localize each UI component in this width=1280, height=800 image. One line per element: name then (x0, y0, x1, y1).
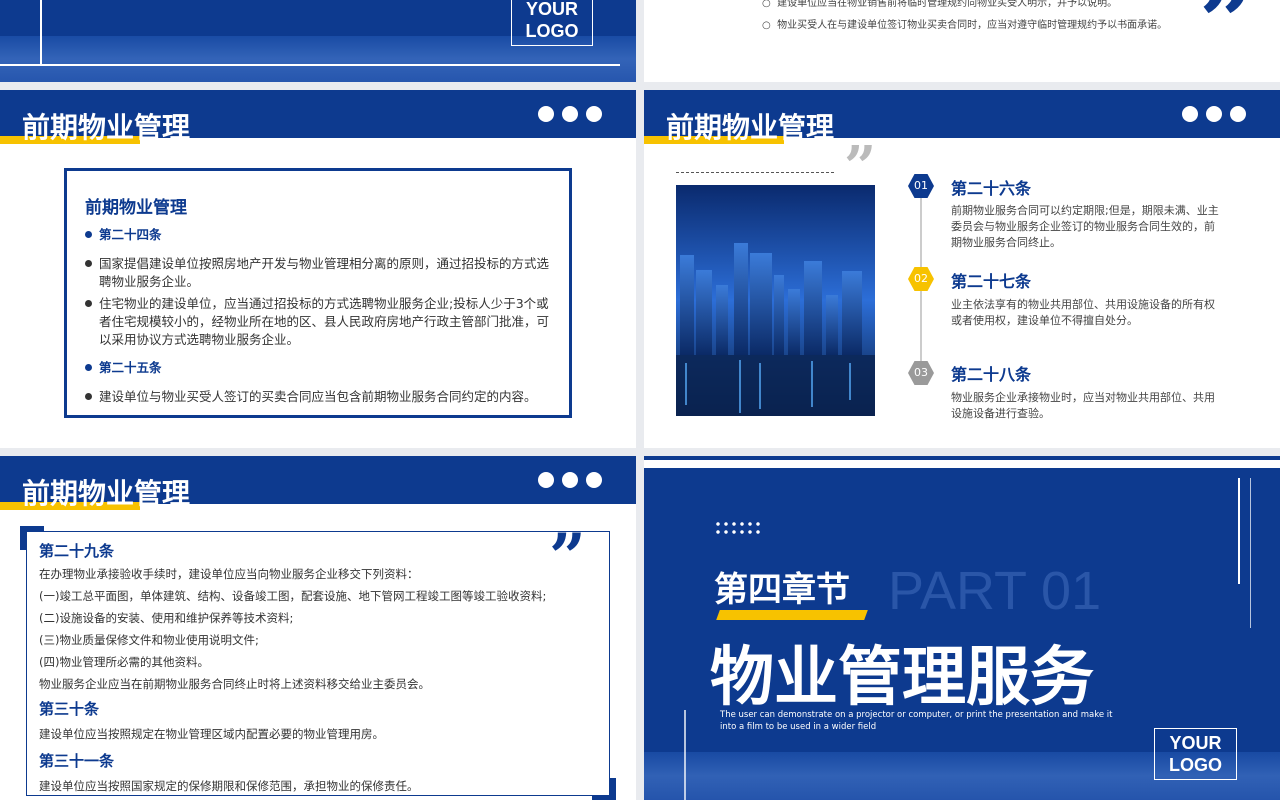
timeline-badge: 03 (908, 361, 934, 385)
article-text: (四)物业管理所必需的其他资料。 (39, 655, 209, 669)
slide-1[interactable]: 前期物业管理 前期物业管理 第二十四条 国家提倡建设单位按照房地产开发与物业管理… (0, 90, 636, 448)
slide-title: 前期物业管理 (22, 111, 191, 144)
logo-text: LOGO (1169, 755, 1222, 775)
article-text: 建设单位与物业买受人签订的买卖合同应当包含前期物业服务合同约定的内容。 (85, 388, 549, 406)
frame-line (1250, 478, 1251, 628)
dots-icon (1182, 106, 1246, 122)
subtitle-line: into a film to be used in a wider field (720, 722, 877, 732)
slide-title: 前期物业管理 (22, 477, 191, 510)
logo-text: YOUR (1169, 733, 1222, 753)
slide-title: 前期物业管理 (666, 111, 835, 144)
frame-line (40, 0, 42, 64)
frame-line (1238, 478, 1240, 584)
slide-3[interactable]: 前期物业管理 第二十九条 ” 在办理物业承接验收手续时，建设单位应当向物业服务企… (0, 456, 636, 800)
logo-box: YOUR LOGO (511, 0, 593, 46)
box-title: 前期物业管理 (85, 198, 187, 218)
content-box: 第二十九条 ” 在办理物业承接验收手续时，建设单位应当向物业服务企业移交下列资料… (26, 520, 610, 796)
timeline-badge: 02 (908, 267, 934, 291)
article-heading: 第二十五条 (85, 359, 549, 377)
article-heading: 第三十条 (39, 700, 100, 718)
article-heading: 第二十九条 (39, 542, 115, 560)
dashed-line (676, 172, 834, 173)
slide-4[interactable]: 第四章节 PART 01 物业管理服务 The user can demonst… (644, 456, 1280, 800)
article-text: (一)竣工总平面图，单体建筑、结构、设备竣工图，配套设施、地下管网工程竣工图等竣… (39, 589, 547, 603)
slide-top-right[interactable]: ○ 建设单位应当在物业销售前将临时管理规约向物业买受人明示，并予以说明。 ○ 物… (644, 0, 1280, 82)
article-text: 物业服务企业承接物业时，应当对物业共用部位、共用设施设备进行查验。 (951, 391, 1215, 420)
article-heading: 第二十六条 (951, 179, 1032, 198)
dots-icon (538, 472, 602, 488)
logo-text: LOGO (525, 21, 579, 41)
article-text: 在办理物业承接验收手续时，建设单位应当向物业服务企业移交下列资料： (39, 567, 419, 581)
dots-icon (538, 106, 602, 122)
dots-grid-icon (714, 520, 762, 534)
article-text: 物业服务企业应当在前期物业服务合同终止时将上述资料移交给业主委员会。 (39, 677, 430, 691)
article-text: (三)物业质量保修文件和物业使用说明文件; (39, 633, 259, 647)
quote-icon: ” (549, 520, 586, 595)
bullet-line: ○ 物业买受人在与建设单位签订物业买卖合同时，应当对遵守临时管理规约予以书面承诺… (762, 20, 1168, 31)
section-title: 物业管理服务 (710, 641, 1094, 715)
article-text: 建设单位应当按照规定在物业管理区域内配置必要的物业管理用房。 (39, 727, 384, 741)
chapter-accent-bar (716, 610, 868, 620)
chapter-label: 第四章节 (714, 570, 850, 610)
part-label: PART 01 (888, 561, 1102, 621)
bullet-line: ○ 建设单位应当在物业销售前将临时管理规约向物业买受人明示，并予以说明。 (762, 0, 1118, 9)
article-text: 住宅物业的建设单位，应当通过招投标的方式选聘物业服务企业;投标人少于3个或者住宅… (85, 295, 549, 349)
frame-line (0, 64, 620, 66)
article-heading: 第二十四条 (85, 226, 549, 244)
slide-2[interactable]: 前期物业管理 ” 01 第二十六条 前期物业服务合同可以约定期限;但是，期限未满… (644, 90, 1280, 448)
article-heading: 第二十七条 (951, 272, 1032, 291)
logo-text: YOUR (525, 0, 578, 19)
article-text: (二)设施设备的安装、使用和维护保养等技术资料; (39, 611, 294, 625)
top-strip (644, 456, 1280, 468)
quote-icon: ” (1199, 0, 1255, 79)
article-text: 国家提倡建设单位按照房地产开发与物业管理相分离的原则，通过招投标的方式选聘物业服… (85, 255, 549, 291)
article-heading: 第二十八条 (951, 365, 1032, 384)
content-box: 前期物业管理 第二十四条 国家提倡建设单位按照房地产开发与物业管理相分离的原则，… (64, 168, 572, 418)
article-text: 业主依法享有的物业共用部位、共用设施设备的所有权或者使用权，建设单位不得擅自处分… (951, 298, 1215, 327)
article-text: 前期物业服务合同可以约定期限;但是，期限未满、业主委员会与物业服务企业签订的物业… (951, 204, 1219, 249)
frame-line (684, 710, 686, 800)
slide-top-left[interactable]: YOUR LOGO (0, 0, 636, 82)
city-night-image (676, 185, 875, 416)
logo-box: YOUR LOGO (1154, 728, 1237, 780)
subtitle-line: The user can demonstrate on a projector … (720, 710, 1113, 720)
timeline-badge: 01 (908, 174, 934, 198)
article-text: 建设单位应当按照国家规定的保修期限和保修范围，承担物业的保修责任。 (39, 779, 419, 793)
article-heading: 第三十一条 (39, 752, 115, 770)
